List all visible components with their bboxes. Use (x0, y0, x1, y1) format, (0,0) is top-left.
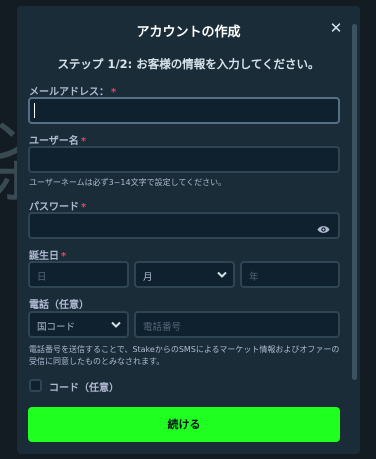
birth-day-field[interactable]: 日 (28, 261, 129, 288)
country-code-value: 国コード (37, 322, 76, 333)
email-label: メールアドレス： * (29, 83, 116, 98)
country-code-select[interactable]: 国コード (28, 311, 129, 338)
chevron-down-icon (111, 321, 121, 328)
username-label: ユーザー名 * (29, 132, 86, 147)
code-label[interactable]: コード（任意） (49, 379, 119, 394)
username-field[interactable] (28, 146, 340, 173)
username-hint: ユーザーネームは必ず3~14文字で設定してください。 (29, 178, 227, 187)
birth-day-placeholder: 日 (37, 272, 47, 283)
phone-notice: 電話番号を送信することで、StakeからのSMSによるマーケット情報およびオファ… (29, 345, 340, 366)
password-field[interactable] (28, 212, 340, 239)
chevron-down-icon (217, 271, 227, 278)
birthdate-label: 誕生日 * (29, 247, 66, 262)
eye-icon[interactable] (317, 220, 330, 239)
birth-year-placeholder: 年 (249, 272, 259, 283)
scrollbar-thumb[interactable] (352, 24, 357, 380)
phone-number-placeholder: 電話番号 (143, 322, 182, 333)
code-checkbox[interactable] (29, 379, 42, 392)
create-account-modal: アカウントの作成 ✕ ステップ 1/2: お客様の情報を入力してください。 メー… (17, 6, 360, 454)
password-label: パスワード * (29, 198, 86, 213)
step-indicator: ステップ 1/2: お客様の情報を入力してください。 (57, 57, 320, 71)
phone-number-field[interactable]: 電話番号 (134, 311, 340, 338)
birth-month-value: 月 (143, 272, 153, 283)
birth-year-field[interactable]: 年 (240, 261, 340, 288)
modal-title: アカウントの作成 (136, 25, 241, 40)
continue-button[interactable]: 続ける (28, 407, 340, 442)
phone-label: 電話（任意） (29, 300, 89, 311)
email-field[interactable] (28, 97, 340, 124)
close-icon[interactable]: ✕ (328, 20, 344, 36)
text-caret (34, 103, 35, 118)
birth-month-select[interactable]: 月 (134, 261, 235, 288)
